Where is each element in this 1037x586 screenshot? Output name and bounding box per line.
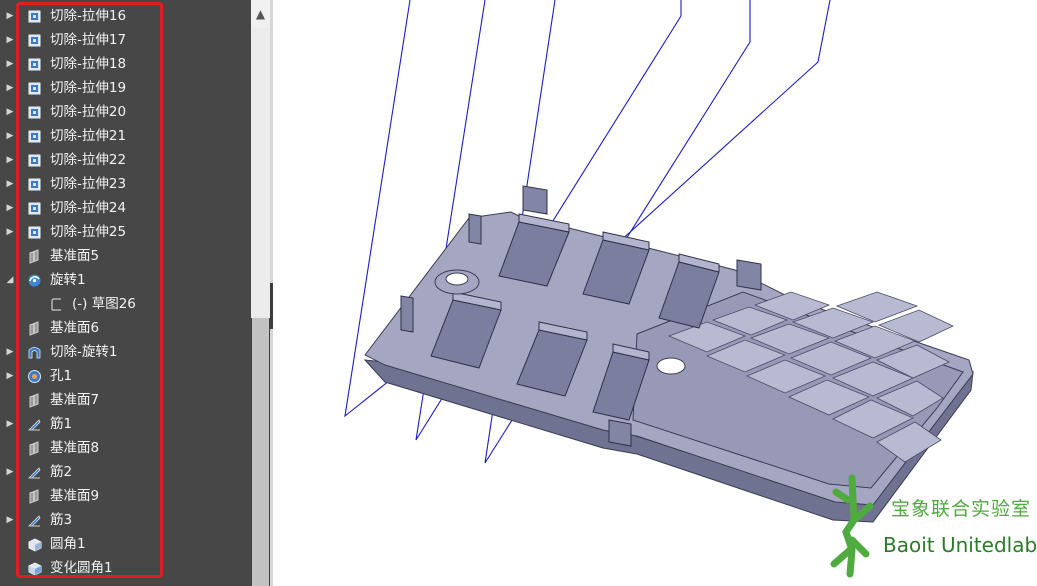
feature-tree-item[interactable]: 基准面9 — [0, 484, 251, 508]
plane-icon — [27, 321, 42, 336]
feature-tree-item-label: 切除-拉伸25 — [50, 224, 127, 240]
sketch-icon — [49, 297, 64, 312]
feature-tree-item-label: 切除-拉伸22 — [50, 152, 127, 168]
expand-arrow-icon[interactable]: ▶ — [4, 28, 16, 52]
feature-tree-item-label: 基准面7 — [50, 392, 100, 408]
cut-revolve-icon — [27, 345, 42, 360]
cut-extrude-icon — [27, 177, 42, 192]
feature-tree-item-label: 切除-拉伸17 — [50, 32, 127, 48]
feature-tree-item[interactable]: 基准面8 — [0, 436, 251, 460]
rib-icon — [27, 417, 42, 432]
expand-arrow-icon[interactable]: ▶ — [4, 460, 16, 484]
cut-extrude-icon — [27, 81, 42, 96]
feature-tree-item[interactable]: ▶ 切除-拉伸18 — [0, 52, 251, 76]
plane-icon — [27, 441, 42, 456]
feature-tree-item[interactable]: 基准面5 — [0, 244, 251, 268]
cut-extrude-icon — [27, 105, 42, 120]
expand-arrow-icon[interactable]: ▶ — [4, 148, 16, 172]
expand-arrow-icon[interactable]: ▶ — [4, 100, 16, 124]
feature-tree-item[interactable]: ▶ 切除-拉伸19 — [0, 76, 251, 100]
expand-arrow-icon[interactable]: ▶ — [4, 364, 16, 388]
expand-arrow-icon[interactable]: ▶ — [4, 76, 16, 100]
collapse-arrow-icon[interactable]: ◢ — [4, 268, 16, 292]
scroll-thumb[interactable] — [252, 318, 269, 586]
cut-extrude-icon — [27, 225, 42, 240]
fillet-icon — [27, 537, 42, 552]
plane-icon — [27, 489, 42, 504]
expand-arrow-icon[interactable]: ▶ — [4, 196, 16, 220]
expand-arrow-icon[interactable]: ▶ — [4, 412, 16, 436]
feature-tree-item[interactable]: ▶ 切除-拉伸21 — [0, 124, 251, 148]
feature-tree-item-label: 切除-拉伸23 — [50, 176, 127, 192]
feature-tree-item-label: 切除-拉伸19 — [50, 80, 127, 96]
feature-tree-item[interactable]: ▶ 切除-拉伸17 — [0, 28, 251, 52]
feature-tree-item[interactable]: ▶ 切除-拉伸20 — [0, 100, 251, 124]
feature-tree-item-label: 基准面5 — [50, 248, 100, 264]
baoit-logo-icon — [830, 474, 874, 578]
expand-arrow-icon[interactable]: ▶ — [4, 124, 16, 148]
feature-tree-item[interactable]: ▶ 切除-拉伸23 — [0, 172, 251, 196]
scroll-up-arrow-icon[interactable]: ▲ — [251, 0, 270, 28]
cut-extrude-icon — [27, 129, 42, 144]
feature-tree-panel: ▶ 切除-拉伸16 ▶ 切除-拉伸17 ▶ 切除-拉伸18 ▶ 切除-拉伸19 ▶ 切除-拉伸20… — [0, 0, 251, 586]
feature-tree-item[interactable]: ▶ 切除-拉伸16 — [0, 4, 251, 28]
rib-icon — [27, 465, 42, 480]
watermark-chinese-text: 宝象联合实验室 — [891, 498, 1032, 520]
feature-tree-item[interactable]: ▶ 筋3 — [0, 508, 251, 532]
watermark-english-text: Baoit Unitedlabs — [883, 533, 1037, 557]
feature-tree-item[interactable]: ▶ 切除-拉伸25 — [0, 220, 251, 244]
feature-tree-item-label: 旋转1 — [50, 272, 86, 288]
feature-tree-item[interactable]: ▶ 筋2 — [0, 460, 251, 484]
hole-icon — [27, 369, 42, 384]
feature-tree-item-label: 切除-拉伸20 — [50, 104, 127, 120]
plane-icon — [27, 249, 42, 264]
rib-icon — [27, 513, 42, 528]
expand-arrow-icon[interactable]: ▶ — [4, 220, 16, 244]
feature-tree-item[interactable]: ▶ 孔1 — [0, 364, 251, 388]
expand-arrow-icon[interactable]: ▶ — [4, 508, 16, 532]
feature-tree-item[interactable]: 圆角1 — [0, 532, 251, 556]
feature-tree-item-label: 圆角1 — [50, 536, 86, 552]
feature-tree-item-label: 筋3 — [50, 512, 73, 528]
boss-with-hole — [434, 269, 480, 295]
feature-tree-item-label: 筋2 — [50, 464, 73, 480]
feature-tree-item-label: 基准面8 — [50, 440, 100, 456]
expand-arrow-icon[interactable]: ▶ — [4, 172, 16, 196]
feature-tree-item[interactable]: (-) 草图26 — [0, 292, 251, 316]
expand-arrow-icon[interactable]: ▶ — [4, 4, 16, 28]
cut-extrude-icon — [27, 9, 42, 24]
plane-icon — [27, 393, 42, 408]
feature-tree-item-label: 基准面6 — [50, 320, 100, 336]
cut-extrude-icon — [27, 153, 42, 168]
cut-extrude-icon — [27, 57, 42, 72]
feature-tree-item[interactable]: 基准面6 — [0, 316, 251, 340]
expand-arrow-icon[interactable]: ▶ — [4, 52, 16, 76]
feature-tree-item-label: 筋1 — [50, 416, 73, 432]
feature-tree-item-label: 切除-旋转1 — [50, 344, 118, 360]
cut-extrude-icon — [27, 201, 42, 216]
scroll-track[interactable] — [251, 28, 270, 318]
feature-tree-item-label: (-) 草图26 — [72, 296, 136, 312]
feature-tree-item[interactable]: ▶ 切除-拉伸24 — [0, 196, 251, 220]
feature-tree-item-label: 切除-拉伸18 — [50, 56, 127, 72]
revolve-icon — [27, 273, 42, 288]
feature-tree-item-label: 切除-拉伸21 — [50, 128, 127, 144]
feature-tree-item[interactable]: ◢ 旋转1 — [0, 268, 251, 292]
cut-extrude-icon — [27, 33, 42, 48]
feature-tree-item[interactable]: ▶ 切除-旋转1 — [0, 340, 251, 364]
feature-tree-item[interactable]: ▶ 切除-拉伸22 — [0, 148, 251, 172]
feature-tree-item-label: 切除-拉伸16 — [50, 8, 127, 24]
feature-tree-item-label: 切除-拉伸24 — [50, 200, 127, 216]
feature-tree-item[interactable]: 基准面7 — [0, 388, 251, 412]
feature-tree-item[interactable]: 变化圆角1 — [0, 556, 251, 580]
plate-hole — [656, 357, 686, 375]
feature-tree-item-label: 变化圆角1 — [50, 560, 113, 576]
feature-tree-scrollbar[interactable]: ▲ — [251, 0, 270, 586]
variable-fillet-icon — [27, 561, 42, 576]
expand-arrow-icon[interactable]: ▶ — [4, 340, 16, 364]
feature-tree-item[interactable]: ▶ 筋1 — [0, 412, 251, 436]
feature-tree-item-label: 基准面9 — [50, 488, 100, 504]
feature-tree-item-label: 孔1 — [50, 368, 73, 384]
